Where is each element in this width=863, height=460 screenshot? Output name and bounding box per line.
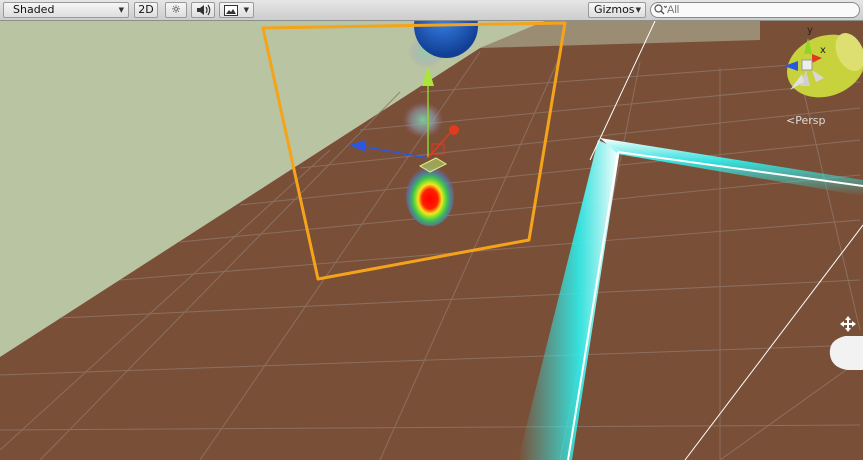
scene-lighting-icon: ☼: [171, 3, 181, 16]
x-axis-handle[interactable]: [449, 125, 459, 135]
shading-mode-dropdown[interactable]: Shaded ▼: [3, 2, 129, 18]
heatmap-hotspot: [406, 166, 454, 226]
projection-icon: <: [786, 114, 796, 127]
heatmap-blob: [403, 102, 443, 138]
dropdown-arrow-icon: ▼: [243, 6, 249, 14]
dropdown-arrow-icon: ▼: [118, 6, 124, 14]
projection-label: Persp: [795, 114, 826, 127]
audio-toggle[interactable]: [191, 2, 215, 18]
scene-lighting-toggle[interactable]: ☼: [165, 2, 187, 18]
2d-mode-toggle[interactable]: 2D: [134, 2, 158, 18]
dropdown-arrow-icon: ▼: [635, 6, 641, 14]
audio-icon: [197, 4, 211, 16]
effects-image-icon: [224, 5, 238, 16]
shading-mode-label: Shaded: [13, 3, 55, 16]
gizmo-y-label: y: [807, 25, 813, 36]
gizmos-label: Gizmos: [594, 3, 635, 16]
scene-orientation-gizmo[interactable]: y x: [760, 18, 863, 110]
scene-viewport[interactable]: [0, 21, 863, 460]
hierarchy-search-input[interactable]: [650, 2, 860, 18]
effects-dropdown[interactable]: ▼: [219, 2, 254, 18]
gizmo-x-label: x: [820, 45, 826, 56]
gizmos-dropdown[interactable]: Gizmos ▼: [588, 2, 646, 18]
search-icon: [654, 4, 667, 15]
scene-toolbar: Shaded ▼ 2D ☼ ▼ Gizmos ▼: [0, 0, 863, 21]
projection-toggle[interactable]: <Persp: [786, 114, 825, 127]
